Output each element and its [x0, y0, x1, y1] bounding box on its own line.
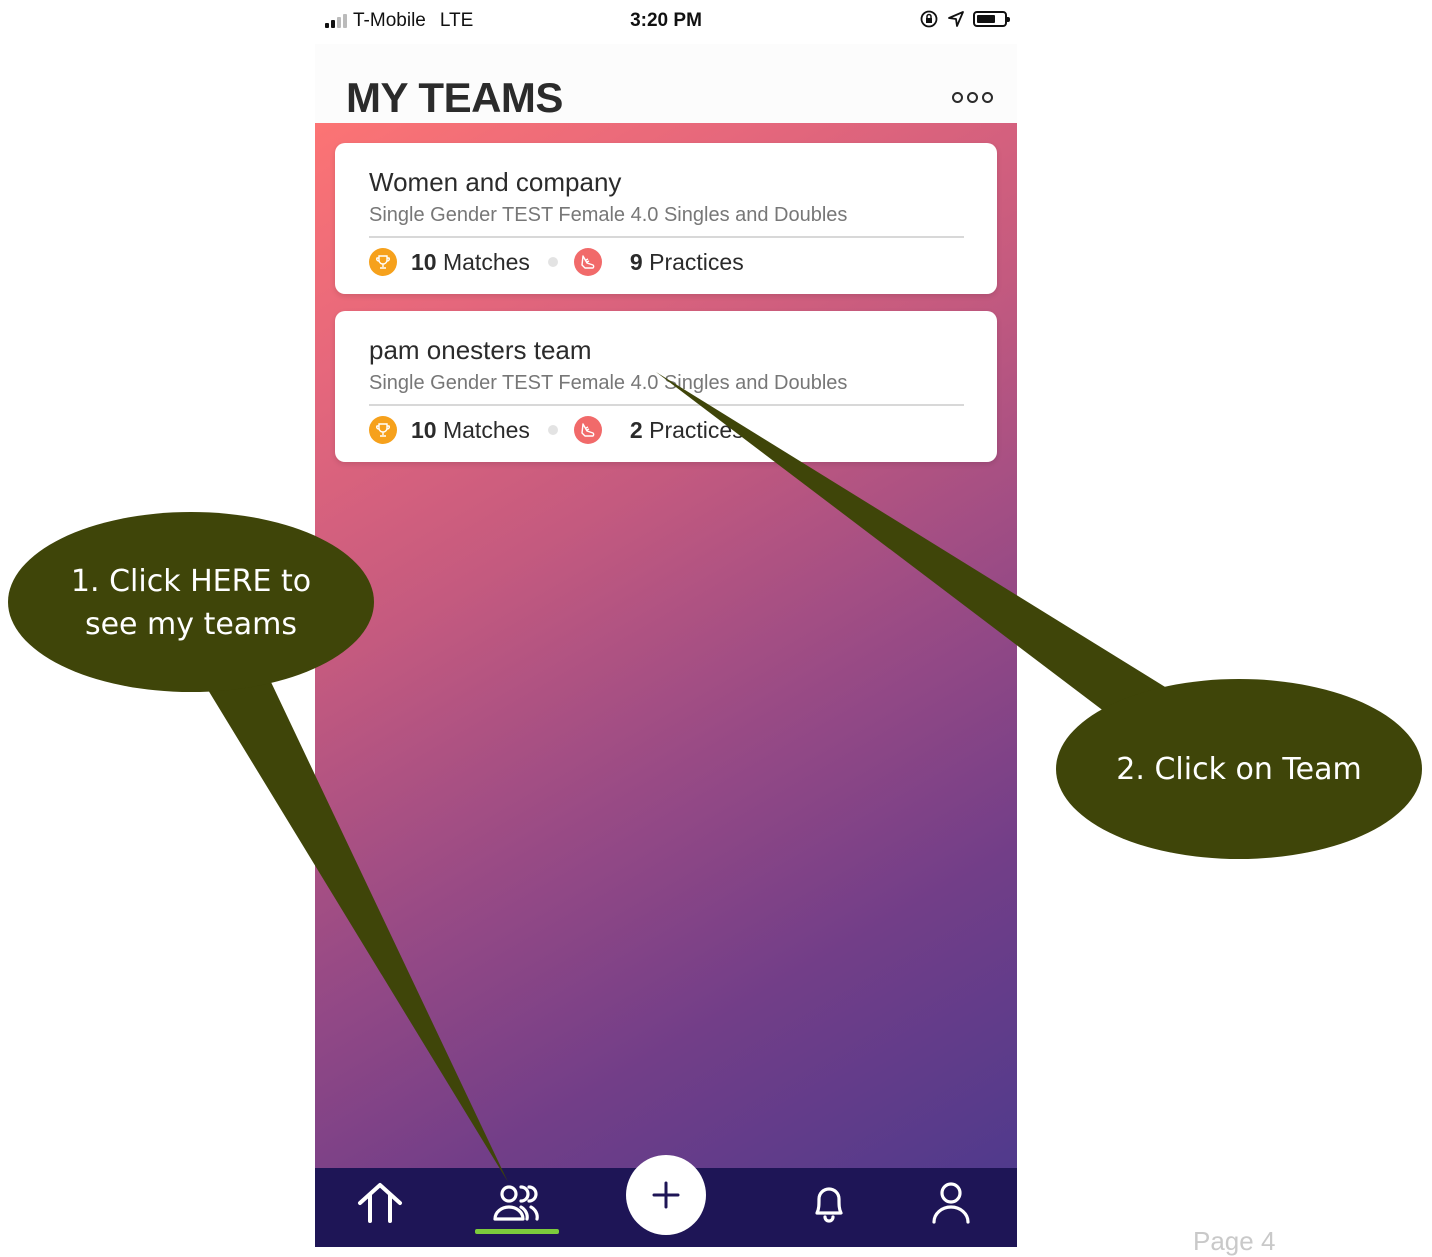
- team-subtitle: Single Gender TEST Female 4.0 Singles an…: [369, 372, 848, 394]
- team-card[interactable]: pam onesters team Single Gender TEST Fem…: [335, 311, 997, 462]
- tab-notifications[interactable]: [799, 1178, 859, 1228]
- practices-label: Practices: [649, 416, 744, 443]
- callout-one-text: 1. Click HERE to see my teams: [20, 560, 362, 646]
- divider: [369, 404, 964, 406]
- phone-screen: T-Mobile LTE 3:20 PM MY TEAMS Women and …: [315, 0, 1017, 1247]
- add-button[interactable]: [626, 1155, 706, 1235]
- bell-icon: [815, 1187, 843, 1223]
- team-stats: 10 Matches 9 Practices: [369, 248, 744, 276]
- tab-teams[interactable]: [487, 1178, 547, 1228]
- separator-dot: [547, 257, 558, 267]
- page-title: MY TEAMS: [346, 74, 563, 121]
- plus-icon: [652, 1181, 680, 1209]
- location-icon: [948, 11, 964, 27]
- team-name: pam onesters team: [369, 335, 592, 365]
- divider: [369, 236, 964, 238]
- matches-label: Matches: [442, 248, 530, 275]
- active-tab-indicator: [475, 1229, 559, 1234]
- team-stats: 10 Matches 2 Practices: [369, 416, 744, 444]
- team-subtitle: Single Gender TEST Female 4.0 Singles an…: [369, 204, 848, 226]
- trophy-icon: [369, 416, 397, 444]
- practices-count: 9: [629, 248, 643, 275]
- status-right: [919, 9, 1010, 29]
- matches-label: Matches: [442, 416, 530, 443]
- status-time: 3:20 PM: [630, 10, 702, 31]
- practices-count: 2: [629, 416, 643, 443]
- teams-icon: [493, 1185, 539, 1221]
- tab-bar: [315, 1155, 1017, 1247]
- separator-dot: [547, 425, 558, 435]
- practice-shoe-icon: [573, 248, 602, 276]
- more-options-icon[interactable]: [952, 92, 993, 103]
- tab-home[interactable]: [350, 1178, 410, 1228]
- matches-count: 10: [411, 248, 437, 275]
- page-number: Page 4: [1193, 1226, 1276, 1256]
- trophy-icon: [369, 248, 397, 276]
- callout-one-line2: see my teams: [84, 607, 298, 642]
- orientation-lock-icon: [920, 10, 938, 28]
- teams-list: Women and company Single Gender TEST Fem…: [315, 123, 1017, 1168]
- practice-shoe-icon: [573, 416, 602, 444]
- profile-icon: [932, 1182, 970, 1224]
- team-card[interactable]: Women and company Single Gender TEST Fem…: [335, 143, 997, 294]
- battery-icon: [973, 11, 1010, 27]
- team-name: Women and company: [369, 167, 622, 197]
- callout-one-line1: 1. Click HERE to: [70, 564, 312, 599]
- status-bar: T-Mobile LTE 3:20 PM: [315, 0, 1017, 44]
- tab-profile[interactable]: [921, 1178, 981, 1228]
- callout-two-text: 2. Click on Team: [1116, 752, 1362, 787]
- practices-label: Practices: [649, 248, 744, 275]
- matches-count: 10: [411, 416, 437, 443]
- header: MY TEAMS: [315, 44, 1017, 123]
- home-icon: [358, 1183, 402, 1223]
